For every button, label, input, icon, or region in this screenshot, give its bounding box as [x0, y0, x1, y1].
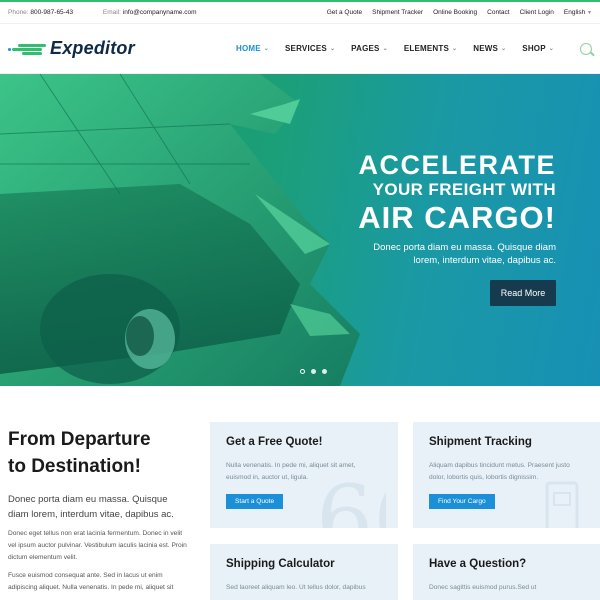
chevron-down-icon: ⌄ — [263, 46, 270, 52]
svg-text:66: 66 — [316, 479, 386, 528]
logo-text: Expeditor — [50, 38, 135, 58]
nav-pages[interactable]: PAGES ⌄ — [351, 44, 388, 53]
tracking-device-icon — [545, 481, 579, 528]
nav-shop-label: SHOP — [522, 44, 546, 53]
chevron-down-icon: ⌄ — [382, 46, 388, 52]
slider-dot-3[interactable] — [322, 369, 327, 374]
nav-news[interactable]: NEWS ⌄ — [473, 44, 506, 53]
link-contact[interactable]: Contact — [487, 9, 509, 16]
slider-dots — [300, 369, 327, 374]
phone-number: 800-987-65-43 — [30, 9, 74, 16]
hero-desc-line-1: Donec porta diam eu massa. Quisque diam — [373, 242, 556, 253]
nav-home[interactable]: HOME ⌄ — [236, 44, 269, 53]
nav-services[interactable]: SERVICES ⌄ — [285, 44, 335, 53]
card-have-a-question: Have a Question? Donec sagittis euismod … — [413, 544, 600, 600]
contact-info: Phone: 800-987-65-43 Email: info@company… — [8, 9, 225, 16]
utility-links: Get a Quote Shipment Tracker Online Book… — [327, 9, 592, 16]
nav-elements[interactable]: ELEMENTS ⌄ — [404, 44, 457, 53]
link-client-login[interactable]: Client Login — [520, 9, 554, 16]
main-header: Expeditor HOME ⌄ SERVICES ⌄ PAGES ⌄ ELEMENT… — [0, 24, 600, 74]
card-title: Get a Free Quote! — [226, 436, 323, 448]
chevron-down-icon: ⌄ — [329, 46, 336, 52]
language-selector[interactable]: English ▼ — [564, 9, 592, 16]
link-online-booking[interactable]: Online Booking — [433, 9, 477, 16]
intro-paragraph-1: Donec eget tellus non erat lacinia ferme… — [8, 530, 187, 561]
hero-line-3: AIR CARGO! — [358, 200, 556, 235]
logo-icon — [8, 41, 46, 57]
start-quote-button[interactable]: Start a Quote — [226, 494, 284, 509]
nav-shop[interactable]: SHOP ⌄ — [522, 44, 554, 53]
top-info-bar: Phone: 800-987-65-43 Email: info@company… — [0, 2, 600, 24]
chevron-down-icon: ⌄ — [548, 46, 554, 52]
nav-home-label: HOME — [235, 44, 261, 53]
search-icon[interactable] — [580, 42, 592, 55]
quote-marks-icon: 66 — [316, 479, 386, 528]
intro-lead: Donec porta diam eu massa. Quisque diam … — [8, 494, 174, 520]
intro-title-line-2: to Destination! — [8, 456, 141, 477]
read-more-button[interactable]: Read More — [490, 280, 556, 306]
card-title: Shipment Tracking — [429, 436, 532, 448]
slider-dot-2[interactable] — [311, 369, 316, 374]
email-info: Email: info@companyname.com — [102, 9, 197, 16]
slider-dot-1[interactable] — [300, 369, 305, 374]
hero-line-1: ACCELERATE — [358, 150, 556, 180]
hero-description: Donec porta diam eu massa. Quisque diam … — [358, 241, 556, 267]
email-address[interactable]: info@companyname.com — [123, 9, 197, 16]
intro-block: From Departure to Destination! Donec por… — [8, 426, 188, 594]
card-shipping-calculator: Shipping Calculator Sed laoreet aliquam … — [210, 544, 398, 600]
hero-slider: ACCELERATE YOUR FREIGHT WITH AIR CARGO! … — [0, 74, 600, 386]
card-text: Donec sagittis euismod purus.Sed ut — [429, 584, 537, 591]
main-nav: HOME ⌄ SERVICES ⌄ PAGES ⌄ ELEMENTS ⌄ NEWS ⌄ S… — [236, 42, 592, 55]
chevron-down-icon: ⌄ — [452, 46, 458, 52]
card-shipment-tracking: Shipment Tracking Aliquam dapibus tincid… — [413, 422, 600, 528]
link-shipment-tracker[interactable]: Shipment Tracker — [372, 9, 423, 16]
hero-desc-line-2: lorem, interdum vitae, dapibus ac. — [413, 255, 556, 266]
intro-title: From Departure to Destination! — [8, 426, 188, 480]
hero-line-2: YOUR FREIGHT WITH — [372, 180, 556, 199]
nav-pages-label: PAGES — [351, 44, 380, 53]
phone-info: Phone: 800-987-65-43 — [8, 9, 74, 16]
card-title: Shipping Calculator — [226, 558, 335, 570]
nav-news-label: NEWS — [473, 44, 499, 53]
card-title: Have a Question? — [429, 558, 527, 570]
nav-elements-label: ELEMENTS — [403, 44, 449, 53]
nav-services-label: SERVICES — [285, 44, 327, 53]
find-cargo-button[interactable]: Find Your Cargo — [429, 494, 495, 509]
link-get-a-quote[interactable]: Get a Quote — [327, 9, 362, 16]
card-free-quote: 66 Get a Free Quote! Nulla venenatis. In… — [210, 422, 398, 528]
services-section: From Departure to Destination! Donec por… — [0, 386, 600, 600]
card-text: Sed laoreet aliquam leo. Ut tellus dolor… — [226, 584, 366, 591]
hero-headline: ACCELERATE YOUR FREIGHT WITH AIR CARGO! … — [358, 150, 556, 267]
language-label: English — [563, 9, 586, 16]
intro-paragraph-2: Fusce euismod consequat ante. Sed in lac… — [8, 572, 174, 591]
logo[interactable]: Expeditor — [8, 38, 135, 59]
chevron-down-icon: ▼ — [587, 10, 592, 16]
intro-title-line-1: From Departure — [8, 429, 151, 450]
chevron-down-icon: ⌄ — [501, 46, 507, 52]
